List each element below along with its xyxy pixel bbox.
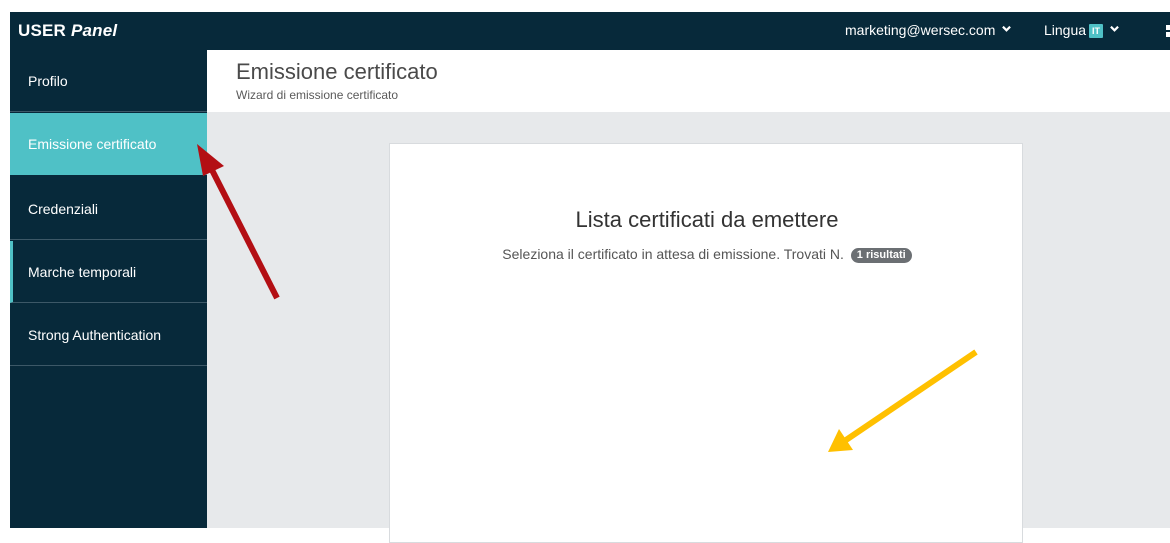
sidebar-item-label: Emissione certificato (28, 136, 157, 152)
brand-panel-text: Panel (70, 21, 118, 40)
sidebar-item-label: Strong Authentication (28, 326, 162, 343)
chevron-down-icon (1002, 25, 1012, 32)
language-menu[interactable]: Lingua IT (1044, 22, 1119, 38)
page-header: Emissione certificato Wizard di emission… (207, 50, 1170, 112)
results-count-badge: 1 risultati (850, 248, 912, 263)
chevron-down-icon (1110, 25, 1119, 32)
apps-grid-icon[interactable] (1166, 25, 1170, 37)
main-content: Emissione certificato Wizard di emission… (207, 50, 1170, 543)
sidebar-item-credenziali[interactable]: Credenziali (10, 178, 207, 240)
certificate-list-card: Lista certificati da emettere Seleziona … (389, 143, 1023, 543)
user-account-menu[interactable]: marketing@wersec.com (845, 22, 1012, 38)
card-description: Seleziona il certificato in attesa di em… (390, 246, 1024, 263)
sidebar-item-strong-authentication[interactable]: Strong Authentication (10, 304, 207, 366)
brand-user-text: USER (18, 21, 67, 40)
sidebar-item-label: Profilo (28, 72, 68, 89)
language-code-badge: IT (1089, 24, 1104, 38)
user-email: marketing@wersec.com (845, 22, 996, 38)
sidebar-item-label: Marche temporali (28, 263, 137, 280)
sidebar-item-label: Credenziali (28, 200, 99, 217)
card-title: Lista certificati da emettere (575, 207, 839, 232)
page-title: Emissione certificato (236, 59, 438, 84)
card-description-text: Seleziona il certificato in attesa di em… (502, 246, 844, 262)
top-bar: USER Panel marketing@wersec.com Lingua IT (10, 12, 1170, 50)
page-subtitle: Wizard di emissione certificato (236, 88, 399, 102)
sidebar: Profilo Emissione certificato Credenzial… (10, 50, 207, 528)
sidebar-item-emissione-certificato[interactable]: Emissione certificato (10, 113, 207, 175)
sidebar-item-marche-temporali[interactable]: Marche temporali (10, 241, 207, 303)
sidebar-item-profilo[interactable]: Profilo (10, 50, 207, 112)
app-brand[interactable]: USER Panel (18, 21, 117, 41)
language-label: Lingua (1044, 22, 1087, 38)
